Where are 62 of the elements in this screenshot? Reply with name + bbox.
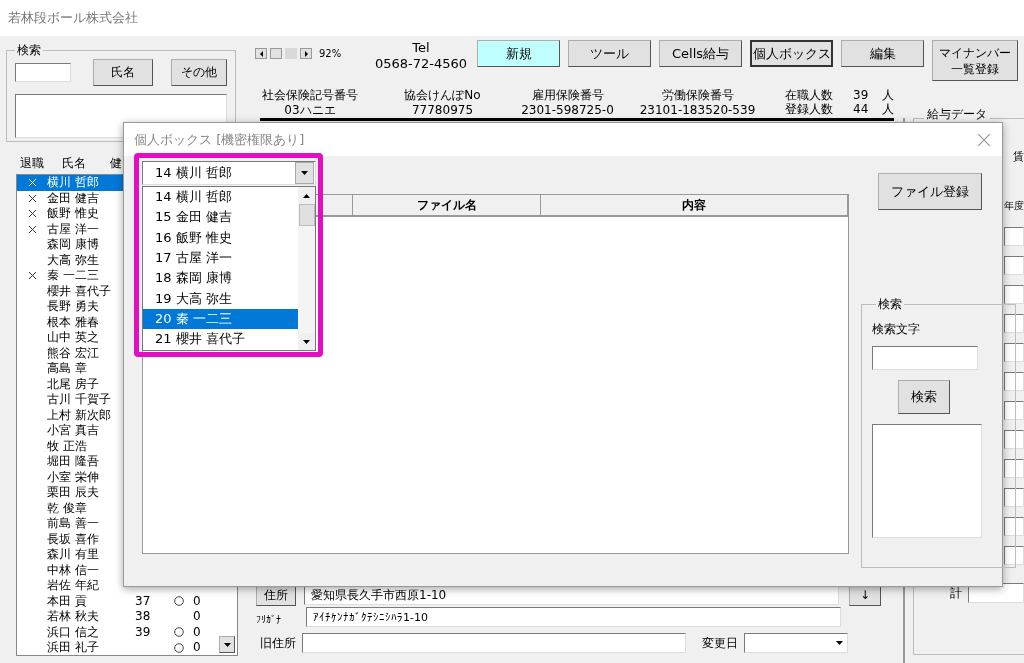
info-label: 協会けんぽNo — [404, 88, 481, 103]
total-label: 計 — [950, 584, 962, 602]
count-value: 39 — [853, 88, 869, 102]
employee-name: 古川 千賀子 — [47, 392, 112, 408]
info-label: 社会保険記号番号 — [262, 88, 358, 103]
employee-name: 若林 秋夫 — [47, 609, 100, 625]
employee-value: 0 — [193, 640, 201, 655]
info-value: 77780975 — [411, 103, 474, 118]
info-value: 2301-598725-0 — [521, 103, 614, 118]
count-value: 44 — [853, 102, 869, 116]
employee-name: 横川 哲郎 — [47, 175, 100, 191]
count-unit: 人 — [882, 102, 895, 116]
employee-number: 37 — [135, 593, 151, 608]
employee-name: 森川 有里 — [47, 547, 100, 563]
count-unit: 人 — [882, 88, 895, 102]
info-label: 労働保険番号 — [661, 88, 734, 103]
employee-name: 北尾 房子 — [47, 376, 100, 392]
furigana-label: ﾌﾘｶﾞﾅ — [256, 613, 282, 625]
employee-name: 岩佐 年紀 — [47, 578, 100, 594]
column-header: 退職 — [20, 154, 44, 172]
employee-name: 金田 健吉 — [47, 190, 100, 206]
dialog-title: 個人ボックス [機密権限あり] — [134, 130, 305, 149]
employee-value: 0 — [193, 593, 201, 608]
employee-name: 堀田 隆吾 — [47, 454, 100, 470]
zoom-level: 92% — [319, 48, 342, 59]
employee-name: 熊谷 宏江 — [47, 345, 100, 361]
employee-name: 飯野 惟史 — [47, 206, 100, 222]
info-value: 23101-183520-539 — [639, 103, 756, 118]
employee-name: 高島 章 — [47, 361, 88, 377]
employee-name: 本田 貢 — [47, 593, 88, 609]
employee-value: 0 — [193, 624, 201, 639]
window-title: 若林段ボール株式会社 — [0, 0, 1024, 36]
employee-name: 前島 善一 — [47, 516, 100, 532]
employee-name: 秦 一二三 — [47, 268, 100, 284]
old-address-label: 旧住所 — [260, 634, 296, 652]
count-label: 在職人数 — [785, 88, 833, 102]
column-header: 健 — [110, 154, 122, 172]
group-label: 検索 — [16, 42, 42, 59]
employee-number: 38 — [135, 609, 151, 624]
employee-number: 39 — [135, 624, 151, 639]
info-label: 雇用保険番号 — [531, 88, 604, 103]
employee-name: 牧 正浩 — [47, 438, 88, 454]
employee-name: 小宮 真吉 — [47, 423, 100, 439]
employee-value: 0 — [193, 609, 201, 624]
tel-label: Tel — [412, 40, 430, 56]
employee-name: 小室 栄伸 — [47, 469, 100, 485]
column-header: 氏名 — [62, 154, 86, 172]
employee-name: 中林 信一 — [47, 562, 100, 578]
employee-name: 乾 俊章 — [47, 500, 88, 516]
tel-number: 0568-72-4560 — [374, 56, 468, 72]
change-date-label: 変更日 — [702, 634, 738, 652]
employee-name: 栗田 辰夫 — [47, 485, 100, 501]
employee-name: 古屋 洋一 — [47, 221, 100, 237]
employee-name: 上村 新次郎 — [47, 407, 112, 423]
employee-name: 浜口 信之 — [47, 624, 100, 640]
employee-name: 浜田 礼子 — [47, 640, 100, 656]
info-value: 03ハニエ — [284, 103, 336, 118]
count-label: 登録人数 — [785, 102, 833, 116]
year-label: 年度 — [1004, 199, 1024, 213]
employee-name: 長坂 喜作 — [47, 531, 100, 547]
search-text-label: 検索文字 — [872, 321, 921, 338]
group-label: 検索 — [877, 296, 903, 313]
